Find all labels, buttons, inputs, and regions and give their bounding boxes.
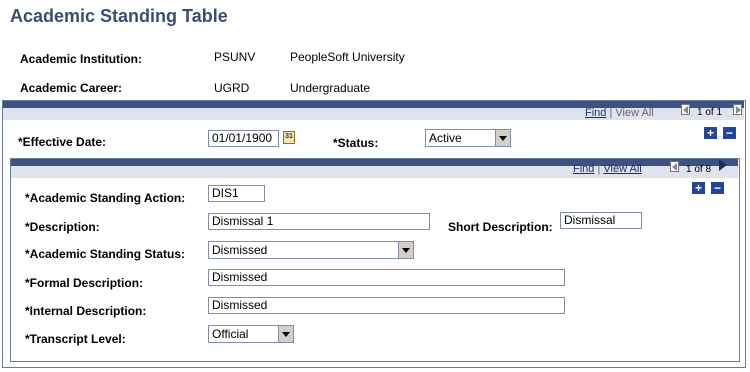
inner-next-icon[interactable]	[719, 159, 727, 171]
outer-find-link[interactable]: Find	[585, 107, 606, 119]
career-name: Undergraduate	[290, 81, 371, 95]
chevron-down-icon[interactable]	[398, 242, 413, 258]
inner-prev-icon[interactable]	[670, 161, 679, 172]
outer-prev-icon[interactable]	[681, 104, 690, 115]
institution-label: Academic Institution:	[20, 52, 143, 66]
internal-description-input[interactable]: Dismissed	[208, 297, 565, 314]
add-effective-row-button[interactable]: +	[704, 127, 717, 139]
add-action-row-button[interactable]: +	[692, 182, 705, 194]
description-label: *Description:	[25, 220, 100, 234]
outer-nav-separator: |	[609, 107, 613, 119]
status-select[interactable]: Active	[425, 129, 511, 147]
career-label: Academic Career:	[20, 81, 123, 95]
transcript-level-value: Official	[212, 327, 249, 341]
standing-status-label: *Academic Standing Status:	[25, 247, 186, 261]
career-code: UGRD	[214, 81, 250, 95]
description-input[interactable]: Dismissal 1	[208, 213, 430, 230]
inner-view-all-link[interactable]: View All	[603, 163, 641, 175]
formal-description-label: *Formal Description:	[25, 276, 144, 290]
remove-effective-row-button[interactable]: −	[723, 127, 736, 139]
transcript-level-select[interactable]: Official	[208, 325, 294, 343]
institution-code: PSUNV	[214, 50, 256, 64]
inner-find-link[interactable]: Find	[573, 163, 594, 175]
outer-view-all-link[interactable]: View All	[615, 107, 653, 119]
standing-action-input[interactable]: DIS1	[208, 185, 265, 202]
effective-date-label: *Effective Date:	[18, 135, 107, 149]
remove-action-row-button[interactable]: −	[711, 182, 724, 194]
formal-description-input[interactable]: Dismissed	[208, 269, 565, 286]
chevron-down-icon[interactable]	[495, 130, 510, 146]
inner-nav-separator: |	[597, 163, 601, 175]
status-label: *Status:	[333, 136, 379, 150]
outer-count: 1 of 1	[697, 107, 723, 118]
chevron-down-icon[interactable]	[278, 326, 293, 342]
short-description-input[interactable]: Dismissal	[560, 212, 642, 229]
institution-name: PeopleSoft University	[290, 50, 405, 64]
short-description-label: Short Description:	[448, 220, 553, 234]
inner-nav: Find | View All	[573, 163, 642, 175]
page-title: Academic Standing Table	[10, 6, 228, 26]
outer-next-icon[interactable]	[733, 104, 742, 115]
effective-date-input[interactable]: 01/01/1900	[208, 130, 279, 147]
inner-count: 1 of 8	[686, 164, 712, 175]
standing-action-label: *Academic Standing Action:	[25, 191, 186, 205]
calendar-icon[interactable]: 31	[283, 131, 295, 144]
transcript-level-label: *Transcript Level:	[25, 332, 126, 346]
outer-nav: Find | View All	[585, 107, 654, 119]
standing-status-select[interactable]: Dismissed	[208, 241, 414, 259]
status-select-value: Active	[429, 131, 462, 145]
internal-description-label: *Internal Description:	[25, 304, 147, 318]
standing-status-value: Dismissed	[212, 243, 268, 257]
